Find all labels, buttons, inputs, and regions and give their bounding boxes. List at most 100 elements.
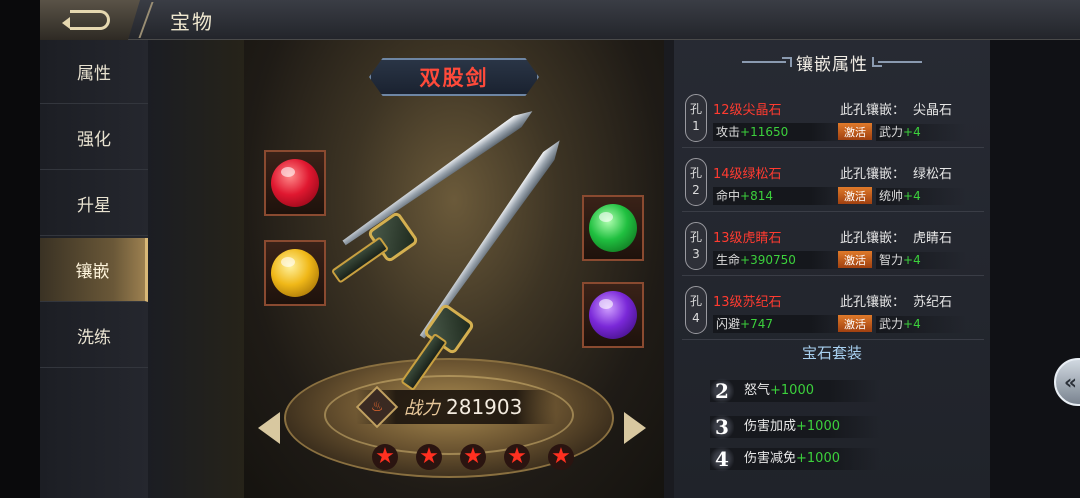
hole-row: 孔 4 13级苏纪石 闪避+747 此孔镶嵌： 苏纪石 激活 武力+4 (682, 278, 984, 340)
combat-power-label: 战力 (404, 398, 440, 419)
star-icon: ★ (548, 444, 574, 470)
combat-power-value: 281903 (446, 395, 523, 419)
gem-stat: 攻击+11650 (713, 123, 853, 141)
active-attribute: 武力+4 (876, 316, 966, 333)
hole-row: 孔 1 12级尖晶石 攻击+11650 此孔镶嵌： 尖晶石 激活 武力+4 (682, 86, 984, 148)
sidebar-item-refine[interactable]: 洗练 (40, 304, 148, 368)
sidebar: 属性 强化 升星 镶嵌 洗练 (40, 40, 148, 498)
red-gem-icon (271, 159, 319, 207)
combat-power: ♨ 战力 281903 (355, 385, 556, 429)
set-bonus-name: 伤害加成 (744, 419, 797, 434)
attr-name: 武力 (879, 317, 904, 331)
hole-tag: 孔 1 (685, 94, 707, 142)
inlaid-gem: 此孔镶嵌： 尖晶石 (840, 99, 952, 118)
hole-tag-label: 孔 (689, 294, 702, 309)
back-arrow-icon (62, 10, 110, 30)
set-bonus-value: +1000 (796, 419, 840, 434)
hole-tag-number: 1 (692, 119, 700, 133)
set-bonus-value: +1000 (770, 383, 814, 398)
sword-hilt-1 (330, 236, 390, 284)
hole-tag-label: 孔 (689, 166, 702, 181)
star-rating: ★ ★ ★ ★ ★ (372, 444, 574, 470)
back-button[interactable] (40, 0, 140, 40)
inlaid-gem-name: 绿松石 (913, 167, 953, 182)
inlay-attributes-panel: 镶嵌属性 孔 1 12级尖晶石 攻击+11650 此孔镶嵌： 尖晶石 激活 武力+… (674, 40, 990, 498)
active-badge: 激活 (838, 187, 872, 204)
gem-slot-3[interactable] (582, 195, 644, 261)
set-bonus-name: 伤害减免 (744, 451, 797, 466)
stat-name: 攻击 (716, 125, 741, 139)
star-icon: ★ (504, 444, 530, 470)
sidebar-item-inlay[interactable]: 镶嵌 (40, 238, 148, 302)
inlaid-gem: 此孔镶嵌： 虎睛石 (840, 227, 952, 246)
attr-value: +4 (903, 317, 921, 331)
stat-name: 生命 (716, 253, 741, 267)
sidebar-item-enhance[interactable]: 强化 (40, 106, 148, 170)
double-chevron-left-icon: « (1064, 370, 1077, 394)
hole-tag-number: 3 (692, 247, 700, 261)
stat-value: +747 (740, 317, 773, 331)
header-ornament-icon (872, 57, 922, 67)
yellow-gem-icon (271, 249, 319, 297)
set-bonus-row: 2 怒气+1000 (710, 378, 880, 404)
next-treasure-arrow-icon[interactable] (624, 412, 646, 444)
panel-header: 镶嵌属性 (674, 48, 990, 76)
set-bonus-count: 4 (710, 446, 734, 472)
gem-stat: 命中+814 (713, 187, 853, 205)
treasure-name: 双股剑 (419, 66, 489, 90)
stat-value: +814 (740, 189, 773, 203)
flame-icon: ♨ (355, 385, 399, 429)
header-ornament-icon (742, 57, 792, 67)
stat-value: +11650 (740, 125, 789, 139)
green-gem-icon (589, 204, 637, 252)
attr-name: 智力 (879, 253, 904, 267)
stat-name: 命中 (716, 189, 741, 203)
gem-name: 13级苏纪石 (713, 295, 782, 310)
hole-row: 孔 3 13级虎睛石 生命+390750 此孔镶嵌： 虎睛石 激活 智力+4 (682, 214, 984, 276)
inlay-prefix: 此孔镶嵌： (840, 103, 906, 118)
stat-name: 闪避 (716, 317, 741, 331)
sidebar-item-attributes[interactable]: 属性 (40, 40, 148, 104)
gem-stat: 生命+390750 (713, 251, 853, 269)
active-attribute: 智力+4 (876, 252, 966, 269)
gem-name: 12级尖晶石 (713, 103, 782, 118)
hole-tag-label: 孔 (689, 230, 702, 245)
set-bonus-count: 2 (710, 378, 734, 404)
inlay-prefix: 此孔镶嵌： (840, 167, 906, 182)
hole-tag: 孔 3 (685, 222, 707, 270)
gem-slot-4[interactable] (582, 282, 644, 348)
sword-blade-1 (340, 105, 536, 248)
purple-gem-icon (589, 291, 637, 339)
prev-treasure-arrow-icon[interactable] (258, 412, 280, 444)
active-attribute: 统帅+4 (876, 188, 966, 205)
gem-slot-2[interactable] (264, 240, 326, 306)
stage-backdrop-left (148, 40, 244, 498)
hole-row: 孔 2 14级绿松石 命中+814 此孔镶嵌： 绿松石 激活 统帅+4 (682, 150, 984, 212)
page-title: 宝物 (170, 10, 214, 34)
hole-tag-label: 孔 (689, 102, 702, 117)
set-bonus-name: 怒气 (744, 383, 771, 398)
gem-set-title: 宝石套装 (801, 344, 862, 362)
inlay-prefix: 此孔镶嵌： (840, 295, 906, 310)
gem-slot-1[interactable] (264, 150, 326, 216)
set-bonus-row: 4 伤害减免+1000 (710, 446, 880, 472)
star-icon: ★ (416, 444, 442, 470)
active-badge: 激活 (838, 251, 872, 268)
active-attribute: 武力+4 (876, 124, 966, 141)
inlaid-gem-name: 虎睛石 (913, 231, 953, 246)
inlay-prefix: 此孔镶嵌： (840, 231, 906, 246)
set-bonus-value: +1000 (796, 451, 840, 466)
sidebar-item-upgrade-star[interactable]: 升星 (40, 172, 148, 236)
gem-stat: 闪避+747 (713, 315, 853, 333)
inlaid-gem-name: 尖晶石 (913, 103, 953, 118)
treasure-name-plate: 双股剑 (369, 58, 539, 96)
hole-tag-number: 4 (692, 311, 700, 325)
hole-tag: 孔 2 (685, 158, 707, 206)
set-bonus-count: 3 (710, 414, 734, 440)
hole-tag-number: 2 (692, 183, 700, 197)
star-icon: ★ (372, 444, 398, 470)
set-bonus-row: 3 伤害加成+1000 (710, 414, 880, 440)
attr-value: +4 (903, 253, 921, 267)
star-icon: ★ (460, 444, 486, 470)
attr-value: +4 (903, 125, 921, 139)
